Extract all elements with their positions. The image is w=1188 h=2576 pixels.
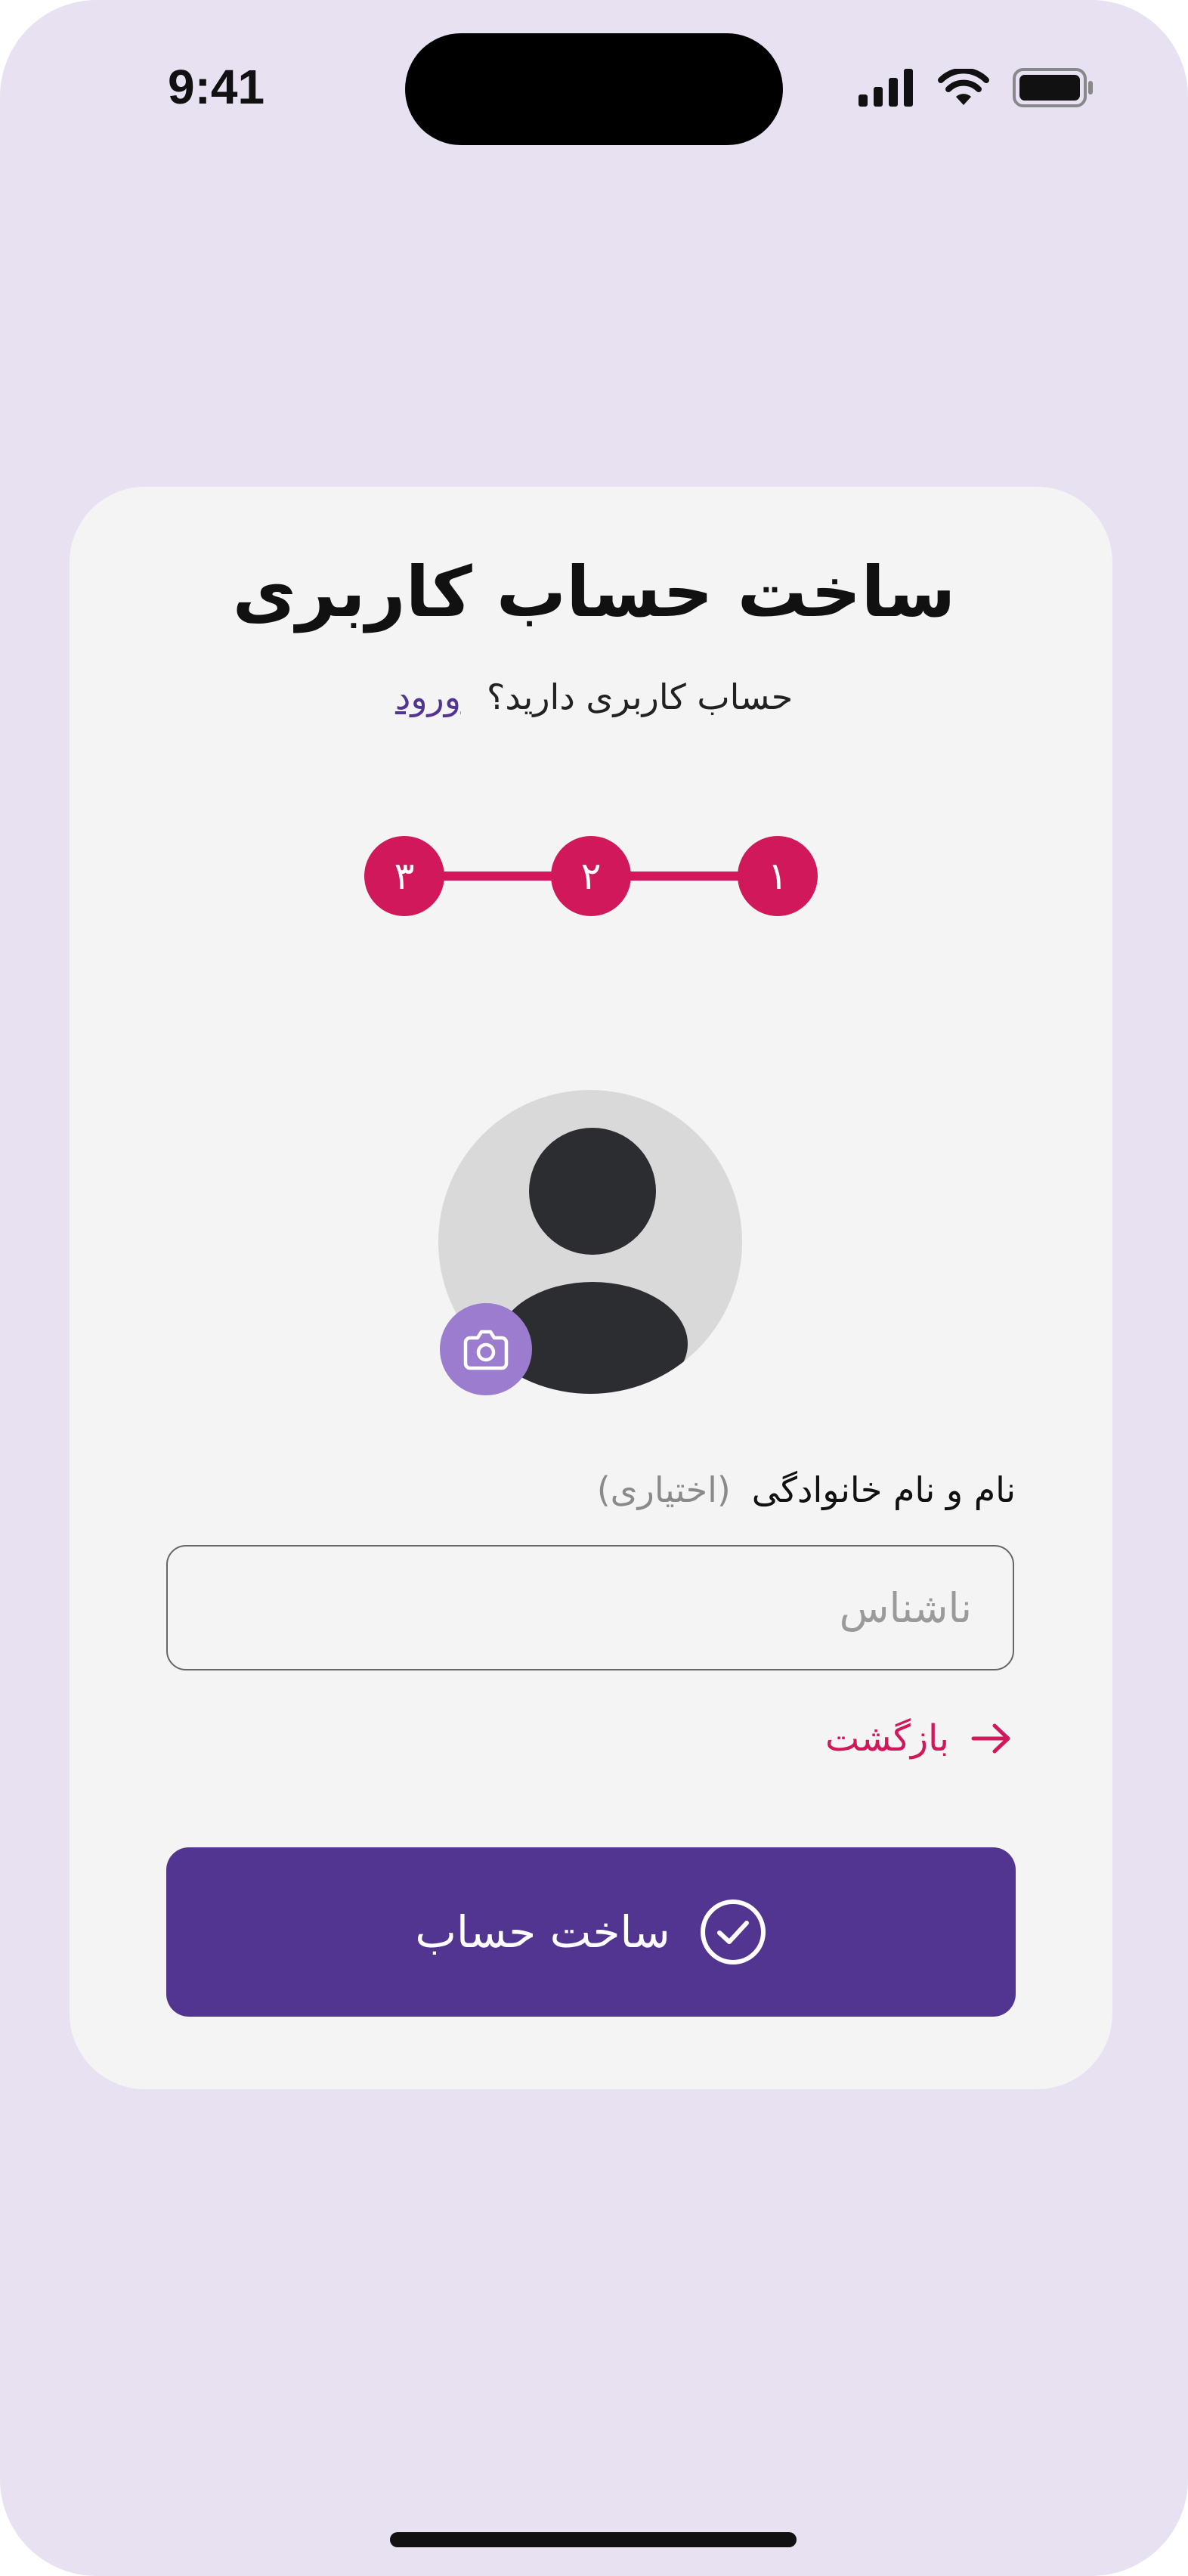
step-3: ۳ bbox=[364, 836, 444, 916]
create-account-button[interactable]: ساخت حساب bbox=[166, 1847, 1016, 2017]
wifi-icon bbox=[938, 69, 989, 105]
login-link[interactable]: ورود bbox=[395, 677, 461, 717]
login-prompt: حساب کاربری دارید؟ ورود bbox=[0, 677, 1188, 717]
back-label: بازگشت bbox=[825, 1717, 949, 1760]
home-indicator[interactable] bbox=[390, 2532, 797, 2547]
page-title: ساخت حساب کاربری bbox=[232, 552, 956, 633]
status-time: 9:41 bbox=[168, 60, 265, 114]
dynamic-island bbox=[405, 33, 783, 145]
progress-stepper: ۱ ۲ ۳ bbox=[364, 836, 818, 916]
change-photo-button[interactable] bbox=[440, 1303, 532, 1395]
status-icons bbox=[859, 65, 1094, 110]
arrow-right-icon bbox=[971, 1723, 1010, 1754]
name-field-label: نام و نام خانوادگی (اختیاری) bbox=[597, 1469, 1016, 1510]
optional-hint: (اختیاری) bbox=[596, 1469, 731, 1510]
full-name-input[interactable] bbox=[166, 1545, 1014, 1670]
camera-icon bbox=[463, 1330, 509, 1370]
step-2: ۲ bbox=[551, 836, 631, 916]
login-prompt-text: حساب کاربری دارید؟ bbox=[486, 677, 794, 717]
create-account-label: ساخت حساب bbox=[415, 1906, 670, 1958]
step-1: ۱ bbox=[738, 836, 818, 916]
back-button[interactable]: بازگشت bbox=[825, 1717, 1013, 1760]
phone-screen: 9:41 ساخت حساب کاربری حساب کاربری دارید؟… bbox=[0, 0, 1188, 2576]
cellular-signal-icon bbox=[859, 69, 913, 107]
name-label-text: نام و نام خانوادگی bbox=[751, 1469, 1016, 1510]
check-circle-icon bbox=[700, 1899, 766, 1965]
battery-icon bbox=[1013, 68, 1093, 107]
